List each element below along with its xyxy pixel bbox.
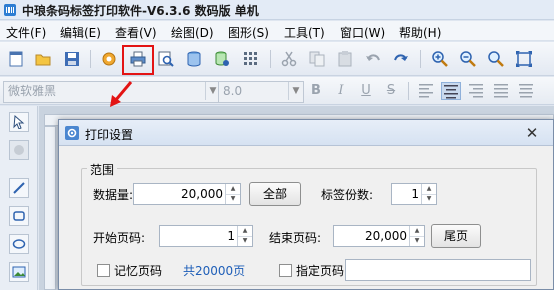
menu-file[interactable]: 文件(F) [6,24,46,41]
italic-button[interactable]: I [331,82,351,100]
specify-page-label: 指定页码 [296,264,345,278]
menu-window[interactable]: 窗口(W) [340,24,385,41]
font-size-select[interactable]: 8.0 ▼ [218,81,304,103]
menu-tools[interactable]: 工具(T) [284,24,325,41]
window-title: 中琅条码标签打印软件-V6.3.6 数码版 单机 [22,4,259,18]
settings-gear-icon[interactable] [99,49,119,69]
redo-icon[interactable] [391,49,411,69]
paste-icon[interactable] [335,49,355,69]
last-page-button[interactable]: 尾页 [431,224,481,248]
menu-shape[interactable]: 图形(S) [228,24,269,41]
align-justify-icon[interactable] [491,82,511,100]
specify-page-input[interactable] [345,259,531,281]
all-button[interactable]: 全部 [249,182,301,206]
rectangle-tool-icon[interactable] [9,206,29,226]
menu-edit[interactable]: 编辑(E) [60,24,101,41]
print-button-highlight [122,45,154,75]
zoom-out-icon[interactable] [458,49,478,69]
range-group-label: 范围 [87,161,118,178]
close-icon[interactable]: ✕ [515,123,549,142]
start-page-value: 1 [227,229,235,243]
menu-help[interactable]: 帮助(H) [399,24,441,41]
zoom-in-icon[interactable] [430,49,450,69]
remember-page-label: 记忆页码 [114,264,163,278]
save-icon[interactable] [62,49,82,69]
cut-icon[interactable] [279,49,299,69]
align-center-icon[interactable] [441,82,461,100]
data-qty-label: 数据量: [93,188,134,202]
font-size-value: 8.0 [223,84,243,98]
pointer-select-icon[interactable] [9,112,29,132]
zoom-actual-icon[interactable] [486,49,506,69]
chevron-down-icon[interactable]: ▼ [288,82,303,100]
line-tool-icon[interactable] [9,178,29,198]
dialog-title: 打印设置 [85,128,134,142]
font-family-value: 微软雅黑 [8,84,57,98]
align-right-icon[interactable] [466,82,486,100]
copies-value: 1 [411,187,419,201]
spin-down-icon[interactable]: ▼ [410,236,424,246]
align-left-icon[interactable] [416,82,436,100]
open-folder-icon[interactable] [33,49,53,69]
bold-button[interactable]: B [306,82,326,100]
toolbar-separator [408,82,409,100]
end-page-stepper[interactable]: 20,000 ▲ ▼ [333,225,425,247]
fit-page-icon[interactable] [514,49,534,69]
toolbar-separator [420,50,421,68]
dialog-title-bar[interactable]: 打印设置 ✕ [59,120,553,146]
underline-button[interactable]: U [356,82,376,100]
total-pages-text: 共20000页 [183,264,246,278]
specify-page-checkbox[interactable] [279,264,292,277]
dialog-gear-icon [65,126,79,140]
left-tool-strip [0,106,38,290]
database-settings-icon[interactable] [212,49,232,69]
spin-down-icon[interactable]: ▼ [226,194,240,204]
main-toolbar [0,42,554,76]
title-bar: 中琅条码标签打印软件-V6.3.6 数码版 单机 [0,0,554,20]
copy-icon[interactable] [307,49,327,69]
start-page-stepper[interactable]: 1 ▲ ▼ [159,225,253,247]
print-preview-icon[interactable] [156,49,176,69]
end-page-value: 20,000 [365,229,407,243]
pan-icon[interactable] [9,140,29,160]
ellipse-tool-icon[interactable] [9,234,29,254]
format-toolbar: 微软雅黑 ▼ 8.0 ▼ B I U S [0,77,554,105]
vertical-ruler [44,126,56,290]
start-page-label: 开始页码: [93,231,146,245]
copies-stepper[interactable]: 1 ▲ ▼ [391,183,437,205]
data-qty-value: 20,000 [181,187,223,201]
spin-down-icon[interactable]: ▼ [422,194,436,204]
remember-page-checkbox[interactable] [97,264,110,277]
image-tool-icon[interactable] [9,262,29,282]
copies-label: 标签份数: [321,188,374,202]
menu-draw[interactable]: 绘图(D) [171,24,214,41]
undo-icon[interactable] [363,49,383,69]
print-settings-dialog: 打印设置 ✕ 范围 数据量: 20,000 ▲ ▼ 全部 标签份数: 1 ▲ ▼ 开… [58,119,554,290]
data-qty-stepper[interactable]: 20,000 ▲ ▼ [133,183,241,205]
toolbar-separator [90,50,91,68]
database-icon[interactable] [184,49,204,69]
red-arrow-icon [110,81,133,107]
strikethrough-button[interactable]: S [381,82,401,100]
menu-bar: 文件(F) 编辑(E) 查看(V) 绘图(D) 图形(S) 工具(T) 窗口(W… [0,21,554,41]
grid-icon[interactable] [241,49,261,69]
menu-view[interactable]: 查看(V) [115,24,157,41]
distribute-icon[interactable] [516,82,536,100]
toolbar-separator [270,50,271,68]
app-logo-icon [3,3,17,17]
spin-down-icon[interactable]: ▼ [238,236,252,246]
end-page-label: 结束页码: [269,231,322,245]
new-file-icon[interactable] [6,49,26,69]
